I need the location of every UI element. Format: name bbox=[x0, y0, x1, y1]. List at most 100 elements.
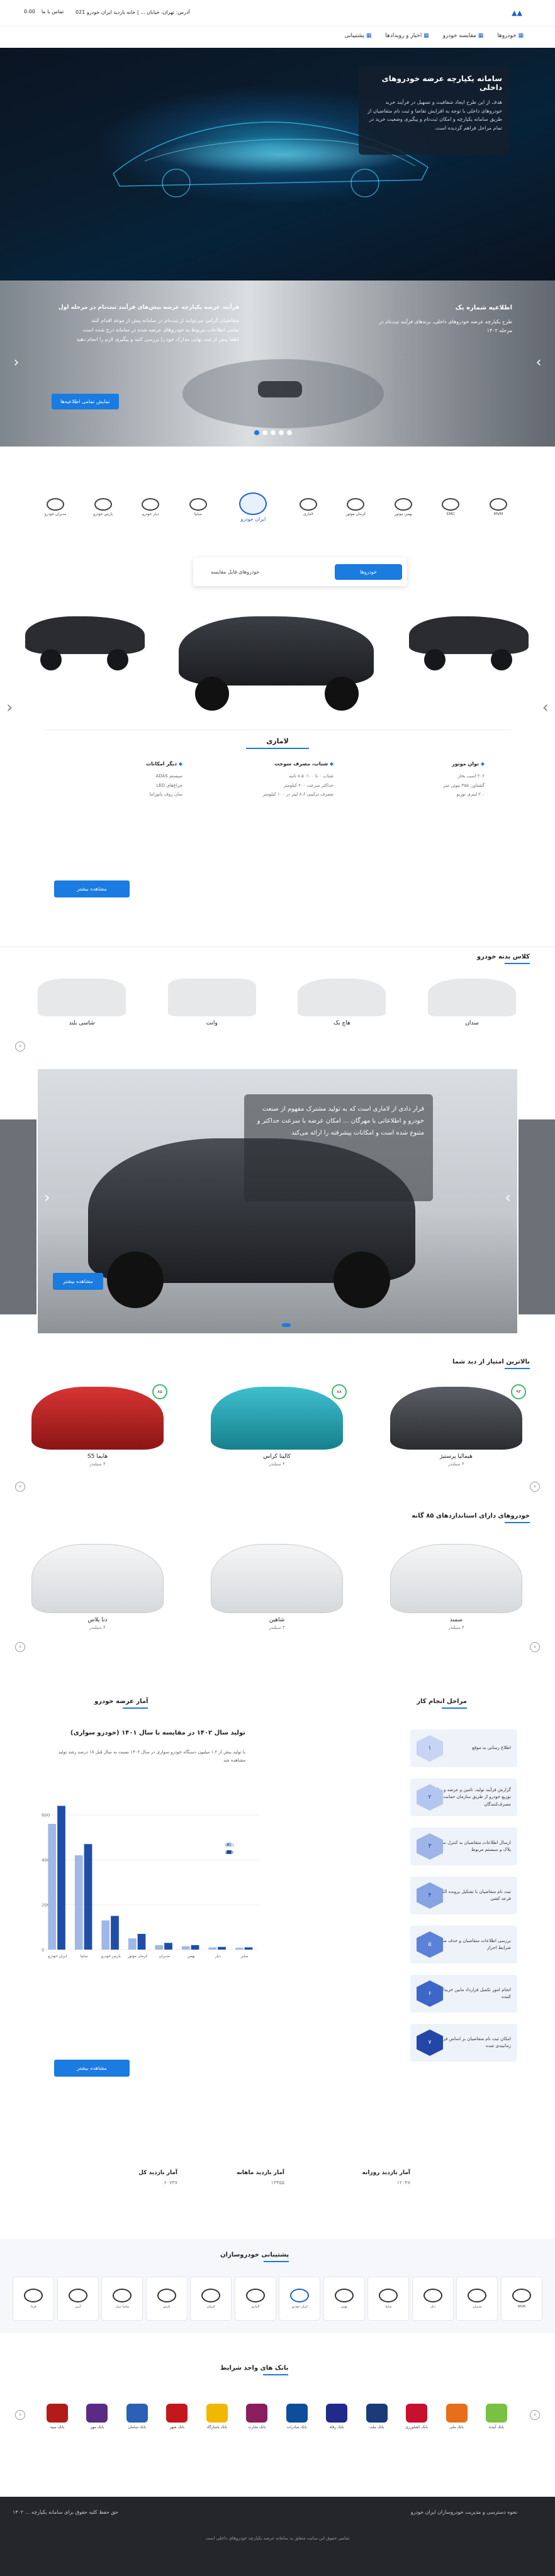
slider-dot[interactable] bbox=[287, 430, 292, 435]
banks-row: بانک آینده بانک ملی بانک کشاورزی بانک ملت با… bbox=[38, 2396, 516, 2436]
car-right-image[interactable] bbox=[403, 591, 535, 670]
x-tick-label: ایران خودرو bbox=[47, 1954, 67, 1958]
slider-dot[interactable] bbox=[271, 430, 276, 435]
slider-dot[interactable] bbox=[262, 430, 267, 435]
bank-logo[interactable]: بانک تجارت bbox=[237, 2396, 276, 2436]
standard-car[interactable]: سمند ۴ سیلندر bbox=[384, 1544, 529, 1630]
supporter-logo[interactable]: MVM bbox=[501, 2277, 542, 2321]
carousel-prev-arrow[interactable]: ‹ bbox=[6, 698, 13, 717]
bar-۱۴۰۱ bbox=[235, 1948, 244, 1950]
brand-pars[interactable]: پارس خودرو bbox=[86, 491, 121, 523]
top-rated-car[interactable]: ۸۵ هایما S5 ۴ سیلندر bbox=[25, 1384, 170, 1467]
slider-dot-active[interactable] bbox=[254, 430, 259, 435]
brand-iran-khodro[interactable]: ایران خودرو bbox=[228, 482, 278, 532]
brand-mvm[interactable]: MVM bbox=[481, 491, 516, 523]
bank-icon bbox=[446, 2403, 468, 2423]
supporter-label: سایپا دیزل bbox=[115, 2305, 130, 2309]
supporter-logo[interactable]: سایپا دیزل bbox=[101, 2277, 143, 2321]
bank-logo[interactable]: بانک کشاورزی bbox=[397, 2396, 436, 2436]
nav-item-cars[interactable]: خودروها bbox=[497, 33, 524, 39]
brand-saipa[interactable]: سایپا bbox=[181, 491, 216, 523]
brand-label: لاماری bbox=[303, 511, 313, 516]
car-left-image[interactable] bbox=[19, 591, 151, 670]
slider-next-arrow[interactable]: › bbox=[534, 353, 544, 372]
bank-logo[interactable]: بانک سامان bbox=[118, 2396, 157, 2436]
top-rated-next[interactable]: › bbox=[530, 1482, 540, 1492]
supporter-logo[interactable]: بهمن bbox=[323, 2277, 365, 2321]
body-prev-arrow[interactable]: ‹ bbox=[15, 1041, 25, 1052]
brand-diar[interactable]: دیار خودرو bbox=[133, 491, 168, 523]
bank-icon bbox=[206, 2403, 228, 2423]
iran-khodro-icon bbox=[239, 492, 267, 515]
supporter-logo[interactable]: کرمان bbox=[190, 2277, 232, 2321]
diar-icon bbox=[142, 497, 160, 511]
top-message: آدرس: تهران، خیابان ... | خانه بازدید ای… bbox=[76, 9, 190, 15]
banks-prev[interactable]: ‹ bbox=[15, 2410, 25, 2420]
slider-dots bbox=[254, 430, 292, 435]
brand-modiran[interactable]: مدیران خودرو bbox=[38, 491, 73, 523]
bank-logo[interactable]: بانک سپه bbox=[38, 2396, 77, 2436]
brand-label: MVM bbox=[493, 511, 503, 516]
all-announcements-button[interactable]: نمایش تمامی اطلاعیه‌ها bbox=[52, 394, 119, 409]
nav-item-compare[interactable]: مقایسه خودرو bbox=[443, 33, 484, 39]
top-rated-car[interactable]: ۹۳ هیمالیا پرستیژ ۴ سیلندر bbox=[384, 1384, 529, 1467]
banks-next[interactable]: › bbox=[530, 2410, 540, 2420]
spec-line: ۲.۰ لیتری توربو bbox=[456, 792, 485, 797]
saipa-icon bbox=[189, 497, 207, 511]
supporter-label: فردا bbox=[30, 2305, 36, 2309]
bank-label: بانک مهر bbox=[90, 2424, 104, 2429]
tab-cars[interactable]: خودروها bbox=[334, 564, 402, 580]
promo-car-wheel bbox=[107, 1252, 164, 1308]
bank-logo[interactable]: بانک آینده bbox=[477, 2396, 516, 2436]
supporter-logo[interactable]: لاماری bbox=[234, 2277, 276, 2321]
standard-car[interactable]: دنا پلاس ۴ سیلندر bbox=[25, 1544, 170, 1630]
nav-item-support[interactable]: پشتیبانی bbox=[345, 33, 372, 39]
brand-kerman[interactable]: کرمان موتور bbox=[338, 491, 373, 523]
supporter-logo[interactable]: ایران خودرو bbox=[279, 2277, 321, 2321]
phone-block[interactable]: تماس با ما 0.00 bbox=[23, 9, 65, 14]
supporter-logo[interactable]: سایپا bbox=[367, 2277, 410, 2321]
slider-dot[interactable] bbox=[279, 430, 284, 435]
brand-lamari[interactable]: لاماری bbox=[291, 491, 326, 523]
bank-logo[interactable]: بانک ملت bbox=[357, 2396, 396, 2436]
car-center-image[interactable] bbox=[170, 591, 384, 717]
chart-more-button[interactable]: مشاهده بیشتر bbox=[54, 2060, 130, 2077]
car-sub-label: ۴ سیلندر bbox=[269, 1462, 285, 1467]
car-more-button[interactable]: مشاهده بیشتر bbox=[54, 880, 130, 897]
bank-logo[interactable]: بانک مهر bbox=[77, 2396, 116, 2436]
nav-item-news[interactable]: اخبار و رویدادها bbox=[385, 33, 429, 39]
promo-more-button[interactable]: مشاهده بیشتر bbox=[53, 1273, 103, 1290]
body-type-suv[interactable]: شاسی بلند bbox=[25, 979, 138, 1026]
brand-emc[interactable]: EMC bbox=[433, 491, 468, 523]
slider-prev-arrow[interactable]: ‹ bbox=[11, 353, 21, 372]
promo-dot-active[interactable] bbox=[282, 1323, 291, 1327]
bank-logo[interactable]: بانک ملی bbox=[437, 2396, 476, 2436]
body-type-pickup[interactable]: وانت bbox=[155, 979, 269, 1026]
body-type-hatchback[interactable]: هاچ بک bbox=[285, 979, 398, 1026]
supporter-logo[interactable]: دیار bbox=[412, 2277, 454, 2321]
tab-compare[interactable]: خودروهای قابل مقایسه bbox=[198, 564, 272, 580]
body-type-sedan[interactable]: سدان bbox=[415, 979, 529, 1026]
top-rated-prev[interactable]: ‹ bbox=[15, 1482, 25, 1492]
top-rated-car[interactable]: ۸۸ کالیتا کراس ۴ سیلندر bbox=[205, 1384, 349, 1467]
supporter-logo[interactable]: آرین bbox=[57, 2277, 99, 2321]
brand-bahman[interactable]: بهمن موتور bbox=[386, 491, 421, 523]
bank-logo[interactable]: بانک شهر bbox=[157, 2396, 196, 2436]
step-item: انجام امور تکمیل قرارداد مابین خریدار و … bbox=[410, 1975, 517, 2012]
bank-logo[interactable]: بانک صادرات bbox=[278, 2396, 317, 2436]
bank-logo[interactable]: بانک پاسارگاد bbox=[198, 2396, 237, 2436]
supporter-logo[interactable]: پارس bbox=[145, 2277, 188, 2321]
promo-prev-arrow[interactable]: ‹ bbox=[44, 1189, 50, 1206]
supporter-logo[interactable]: فردا bbox=[13, 2277, 55, 2321]
step-number: ۷ bbox=[417, 2029, 443, 2056]
carousel-next-arrow[interactable]: › bbox=[542, 698, 549, 717]
bank-logo[interactable]: بانک رفاه bbox=[317, 2396, 356, 2436]
site-logo[interactable]: ▲▲ bbox=[512, 9, 522, 17]
standard-car[interactable]: شاهین ۴ سیلندر bbox=[205, 1544, 349, 1630]
standard-prev[interactable]: ‹ bbox=[15, 1642, 25, 1652]
standard-next[interactable]: › bbox=[530, 1642, 540, 1652]
bar-۱۴۰۱ bbox=[155, 1945, 164, 1950]
promo-next-arrow[interactable]: › bbox=[505, 1189, 511, 1206]
footer-right-text[interactable]: نحوه دسترسی و مدیریت خودروسازان ایران خو… bbox=[411, 2509, 517, 2515]
supporter-logo[interactable]: مدیران bbox=[456, 2277, 498, 2321]
